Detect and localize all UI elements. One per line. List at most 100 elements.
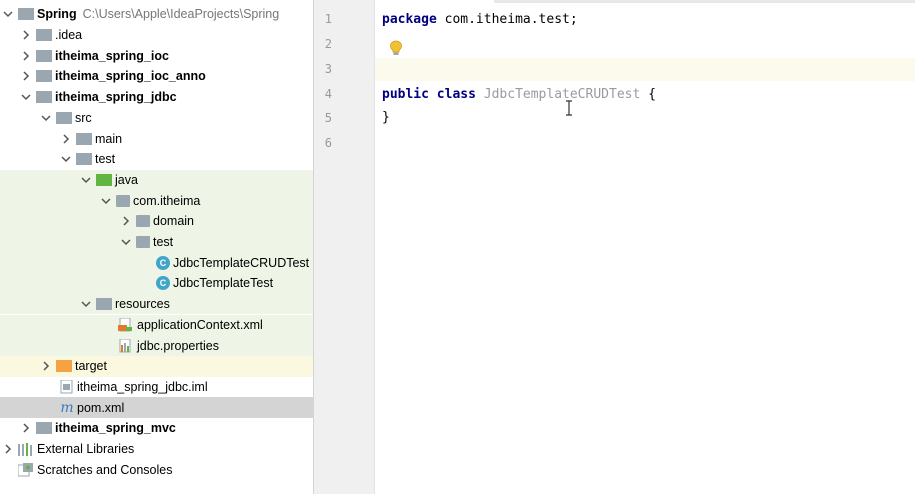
tree-node-label: itheima_spring_jdbc.iml: [77, 379, 208, 394]
line-number: 5: [324, 111, 332, 125]
tree-node-label: JdbcTemplateTest: [173, 276, 274, 291]
tree-node-itheima-spring-jdbc[interactable]: itheima_spring_jdbc: [0, 87, 313, 108]
chevron-right-icon[interactable]: [20, 29, 32, 41]
excluded-folder-icon: [56, 360, 72, 373]
tree-node-label: test: [95, 152, 116, 167]
tree-node-itheima-spring-ioc-anno[interactable]: itheima_spring_ioc_anno: [0, 66, 313, 87]
tree-node-jdbc-properties[interactable]: jdbc.properties: [0, 335, 313, 356]
tree-node-label: target: [75, 359, 107, 374]
chevron-right-icon[interactable]: [60, 133, 72, 145]
maven-file-icon: m: [60, 399, 74, 416]
package-icon: [136, 215, 150, 228]
tree-node-src[interactable]: src: [0, 108, 313, 129]
chevron-right-icon[interactable]: [20, 50, 32, 62]
tree-node-label: jdbc.properties: [137, 338, 219, 353]
chevron-right-icon[interactable]: [120, 215, 132, 227]
tree-node-label: com.itheima: [133, 193, 201, 208]
tree-node-label: java: [115, 172, 138, 187]
keyword-class: class: [436, 87, 476, 102]
java-class-icon: C: [156, 255, 170, 270]
line-number: 1: [324, 12, 332, 26]
current-line-highlight: [375, 58, 915, 81]
tree-node-resources[interactable]: resources: [0, 293, 313, 315]
folder-icon: [36, 29, 52, 42]
tree-node-label: pom.xml: [77, 400, 125, 415]
line-number: 6: [324, 136, 332, 150]
line-number: 4: [324, 87, 332, 101]
code-line-1[interactable]: package com.itheima.test;: [382, 9, 578, 30]
tree-node-label: JdbcTemplateCRUDTest: [173, 255, 310, 270]
class-name: JdbcTemplateCRUDTest: [483, 87, 641, 102]
tree-node-itheima-spring-mvc[interactable]: itheima_spring_mvc: [0, 418, 313, 439]
text-cursor-icon: [566, 100, 572, 116]
tree-node-label: itheima_spring_ioc: [55, 48, 169, 63]
chevron-right-icon[interactable]: [40, 360, 52, 372]
keyword-package: package: [382, 12, 437, 27]
open-brace: {: [640, 87, 656, 102]
tree-node-label: domain: [153, 214, 194, 229]
chevron-down-icon[interactable]: [80, 298, 92, 310]
tree-node-pom-xml[interactable]: m pom.xml: [0, 397, 313, 418]
tree-node-scratches-and-consoles[interactable]: Scratches and Consoles: [0, 459, 313, 480]
scratches-icon: [18, 462, 34, 477]
chevron-right-icon[interactable]: [20, 422, 32, 434]
folder-icon: [56, 111, 72, 124]
line-number: 2: [324, 37, 332, 51]
tree-node-test[interactable]: test: [0, 149, 313, 170]
chevron-down-icon[interactable]: [60, 153, 72, 165]
tree-node-jdbctemplatecrudtest[interactable]: C JdbcTemplateCRUDTest: [0, 252, 313, 274]
tree-node-jdbctemplatetest[interactable]: C JdbcTemplateTest: [0, 273, 313, 294]
tree-node-label: resources: [115, 297, 170, 312]
tree-node-spring-project[interactable]: Spring C:\Users\Apple\IdeaProjects\Sprin…: [0, 4, 313, 25]
tree-node-main[interactable]: main: [0, 128, 313, 149]
tree-node-label: main: [95, 131, 123, 146]
chevron-down-icon[interactable]: [80, 174, 92, 186]
editor-tab-strip-edge: [494, 0, 915, 3]
close-brace: }: [382, 110, 390, 125]
properties-file-icon: [118, 338, 134, 353]
tree-node-domain[interactable]: domain: [0, 211, 313, 232]
tree-node-external-libraries[interactable]: External Libraries: [0, 439, 313, 460]
test-source-folder-icon: [96, 173, 112, 186]
tree-node-label: itheima_spring_jdbc: [55, 90, 177, 105]
folder-icon: [76, 132, 92, 145]
chevron-right-icon[interactable]: [2, 443, 14, 455]
tree-node-target[interactable]: target: [0, 355, 313, 377]
module-folder-icon: [36, 422, 52, 435]
keyword-public: public: [382, 87, 429, 102]
tree-node-applicationcontext-xml[interactable]: applicationContext.xml: [0, 314, 313, 336]
chevron-down-icon[interactable]: [100, 195, 112, 207]
chevron-down-icon[interactable]: [40, 112, 52, 124]
chevron-right-icon[interactable]: [20, 70, 32, 82]
tree-node-label: itheima_spring_ioc_anno: [55, 69, 206, 84]
chevron-down-icon[interactable]: [120, 236, 132, 248]
code-line-5[interactable]: }: [382, 107, 390, 128]
resources-folder-icon: [96, 298, 112, 311]
tree-node-idea[interactable]: .idea: [0, 25, 313, 46]
tree-node-itheima-spring-ioc[interactable]: itheima_spring_ioc: [0, 45, 313, 66]
tree-node-test-package[interactable]: test: [0, 231, 313, 253]
tree-node-label: .idea: [55, 28, 83, 43]
lightbulb-icon[interactable]: [389, 40, 403, 56]
tree-node-iml-file[interactable]: itheima_spring_jdbc.iml: [0, 377, 313, 398]
tree-node-label: Scratches and Consoles: [37, 462, 173, 477]
folder-icon: [76, 153, 92, 166]
package-name: com.itheima.test;: [436, 12, 578, 27]
tree-node-label: itheima_spring_mvc: [55, 421, 176, 436]
tree-node-label: test: [153, 235, 174, 250]
project-tool-window: Spring C:\Users\Apple\IdeaProjects\Sprin…: [0, 0, 314, 494]
chevron-down-icon[interactable]: [2, 8, 14, 20]
project-path: C:\Users\Apple\IdeaProjects\Spring: [82, 7, 280, 22]
tree-node-com-itheima[interactable]: com.itheima: [0, 190, 313, 211]
tree-node-label: Spring: [37, 7, 77, 22]
module-folder-icon: [36, 49, 52, 62]
line-number: 3: [324, 62, 332, 76]
java-class-icon: C: [156, 276, 170, 291]
module-folder-icon: [36, 91, 52, 104]
code-editor[interactable]: 1 2 3 4 5 6 package com.itheima.test; pu…: [314, 0, 915, 494]
tree-node-label: External Libraries: [37, 442, 135, 457]
code-line-4[interactable]: public class JdbcTemplateCRUDTest {: [382, 84, 656, 105]
tree-node-java[interactable]: java: [0, 169, 313, 191]
module-folder-icon: [36, 70, 52, 83]
chevron-down-icon[interactable]: [20, 91, 32, 103]
